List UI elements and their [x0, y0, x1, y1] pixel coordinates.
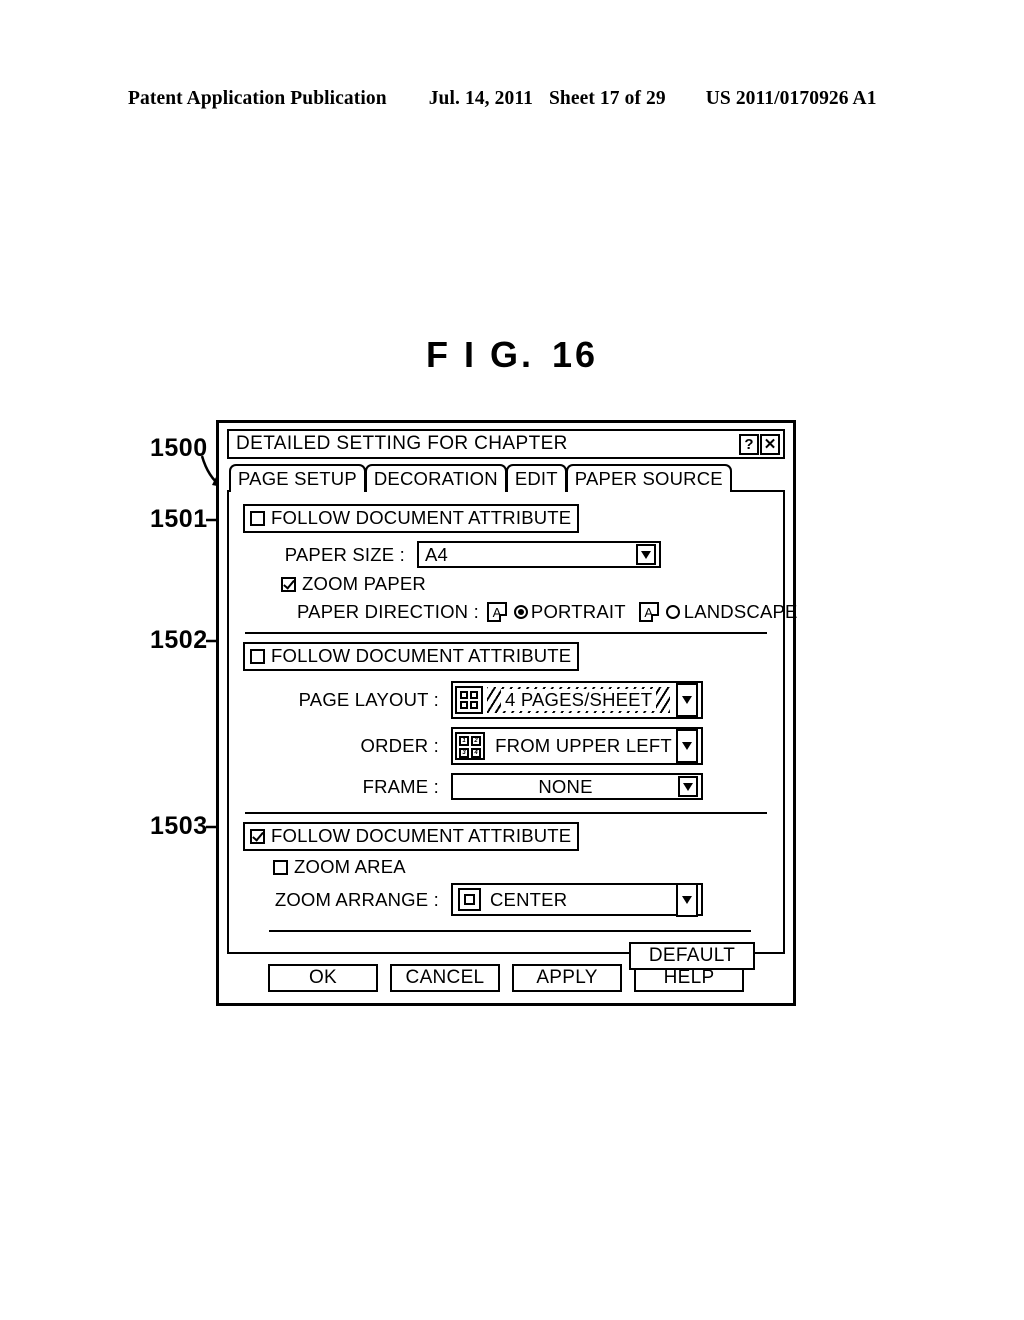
zoom-arrange-label: ZOOM ARRANGE :	[274, 888, 439, 910]
default-button[interactable]: DEFAULT	[629, 942, 755, 970]
paper-size-value: A4	[425, 543, 449, 565]
tab-decoration[interactable]: DECORATION	[364, 464, 507, 492]
reference-numeral-1503: 1503	[150, 812, 208, 840]
checkbox-icon	[273, 859, 288, 875]
paper-section: FOLLOW DOCUMENT ATTRIBUTE PAPER SIZE : A…	[243, 504, 797, 623]
pages-per-sheet-grid-icon	[455, 686, 483, 714]
figure-label: F I G.	[425, 334, 534, 375]
detailed-setting-dialog: DETAILED SETTING FOR CHAPTER ? ✕ PAGE SE…	[216, 420, 797, 1006]
page-layout-select[interactable]: 4 PAGES/SHEET	[451, 681, 703, 719]
close-icon[interactable]: ✕	[760, 433, 780, 455]
landscape-page-icon: A	[638, 602, 659, 622]
chevron-down-icon[interactable]	[676, 882, 698, 917]
section-divider-3	[269, 930, 751, 932]
paper-follow-label: FOLLOW DOCUMENT ATTRIBUTE	[271, 507, 572, 528]
zoom-section: FOLLOW DOCUMENT ATTRIBUTE ZOOM AREA ZOOM…	[243, 822, 769, 917]
dialog-titlebar: DETAILED SETTING FOR CHAPTER ? ✕	[227, 429, 785, 459]
order-cell-1: 1	[459, 736, 469, 746]
landscape-label: LANDSCAPE	[683, 601, 798, 622]
sheet-number: Sheet 17 of 29	[548, 88, 666, 109]
checkbox-icon	[281, 576, 296, 592]
chevron-down-icon[interactable]	[676, 729, 698, 763]
section-divider-1	[245, 632, 767, 634]
order-select[interactable]: 1 2 3 4 FROM UPPER LEFT	[451, 727, 703, 765]
paper-direction-row: PAPER DIRECTION : A PORTRAIT A LANDSCAPE	[243, 601, 797, 623]
zoom-follow-label: FOLLOW DOCUMENT ATTRIBUTE	[271, 825, 572, 846]
order-sequence-icon: 1 2 3 4	[455, 732, 485, 760]
center-align-icon	[458, 888, 481, 911]
landscape-radio[interactable]	[665, 605, 680, 619]
order-cell-2: 2	[471, 736, 481, 746]
section-divider-2	[245, 812, 767, 814]
chevron-down-icon[interactable]	[678, 776, 698, 797]
paper-size-select[interactable]: A4	[417, 541, 661, 568]
checkbox-icon	[250, 828, 265, 844]
publication-number: US 2011/0170926 A1	[705, 88, 877, 109]
page-layout-value: 4 PAGES/SHEET	[501, 689, 657, 711]
zoom-paper-label: ZOOM PAPER	[302, 573, 426, 594]
zoom-arrange-value: CENTER	[490, 888, 568, 910]
chevron-down-icon[interactable]	[676, 683, 698, 717]
paper-size-label: PAPER SIZE :	[284, 543, 405, 565]
page-layout-label: PAGE LAYOUT :	[298, 689, 439, 710]
portrait-page-icon: A	[486, 602, 507, 622]
figure-title: F I G. 16	[0, 334, 1024, 376]
checkbox-icon	[250, 510, 265, 526]
order-cell-4: 4	[471, 748, 481, 758]
publication-date: Jul. 14, 2011	[428, 88, 533, 109]
zoom-follow-document-attribute-checkbox[interactable]: FOLLOW DOCUMENT ATTRIBUTE	[243, 822, 580, 851]
tab-strip: PAGE SETUP DECORATION EDIT PAPER SOURCE	[229, 464, 785, 492]
chevron-down-icon[interactable]	[636, 544, 656, 565]
paper-follow-document-attribute-checkbox[interactable]: FOLLOW DOCUMENT ATTRIBUTE	[243, 504, 580, 533]
paper-direction-label: PAPER DIRECTION :	[297, 601, 479, 622]
reference-numeral-1502: 1502	[150, 626, 208, 654]
layout-section: FOLLOW DOCUMENT ATTRIBUTE PAGE LAYOUT : …	[243, 642, 769, 800]
portrait-label: PORTRAIT	[530, 601, 626, 622]
order-cell-3: 3	[459, 748, 469, 758]
zoom-area-checkbox[interactable]: ZOOM AREA	[243, 856, 769, 878]
tab-page-setup[interactable]: PAGE SETUP	[229, 464, 366, 492]
layout-follow-label: FOLLOW DOCUMENT ATTRIBUTE	[271, 645, 572, 666]
zoom-arrange-select[interactable]: CENTER	[451, 882, 703, 917]
reference-numeral-1500: 1500	[150, 434, 208, 462]
page-setup-panel: FOLLOW DOCUMENT ATTRIBUTE PAPER SIZE : A…	[227, 490, 797, 970]
layout-follow-document-attribute-checkbox[interactable]: FOLLOW DOCUMENT ATTRIBUTE	[243, 642, 580, 671]
frame-value: NONE	[538, 775, 593, 797]
publication-header: Patent Application Publication Jul. 14, …	[128, 88, 896, 110]
zoom-area-label: ZOOM AREA	[294, 856, 406, 877]
checkbox-icon	[250, 648, 265, 664]
order-label: ORDER :	[360, 735, 439, 756]
reference-numeral-1501: 1501	[150, 505, 208, 533]
zoom-paper-checkbox[interactable]: ZOOM PAPER	[243, 573, 769, 595]
page-layout-value-highlight: 4 PAGES/SHEET	[487, 687, 671, 713]
help-icon[interactable]: ?	[739, 433, 759, 455]
publication-type: Patent Application Publication	[128, 88, 387, 109]
figure-number: 16	[551, 334, 599, 375]
tab-paper-source[interactable]: PAPER SOURCE	[565, 464, 732, 492]
dialog-title: DETAILED SETTING FOR CHAPTER	[236, 433, 568, 454]
order-value: FROM UPPER LEFT	[495, 735, 672, 756]
frame-label: FRAME :	[362, 775, 439, 797]
tab-edit[interactable]: EDIT	[505, 464, 567, 492]
frame-select[interactable]: NONE	[451, 773, 703, 800]
portrait-radio[interactable]	[513, 605, 528, 619]
